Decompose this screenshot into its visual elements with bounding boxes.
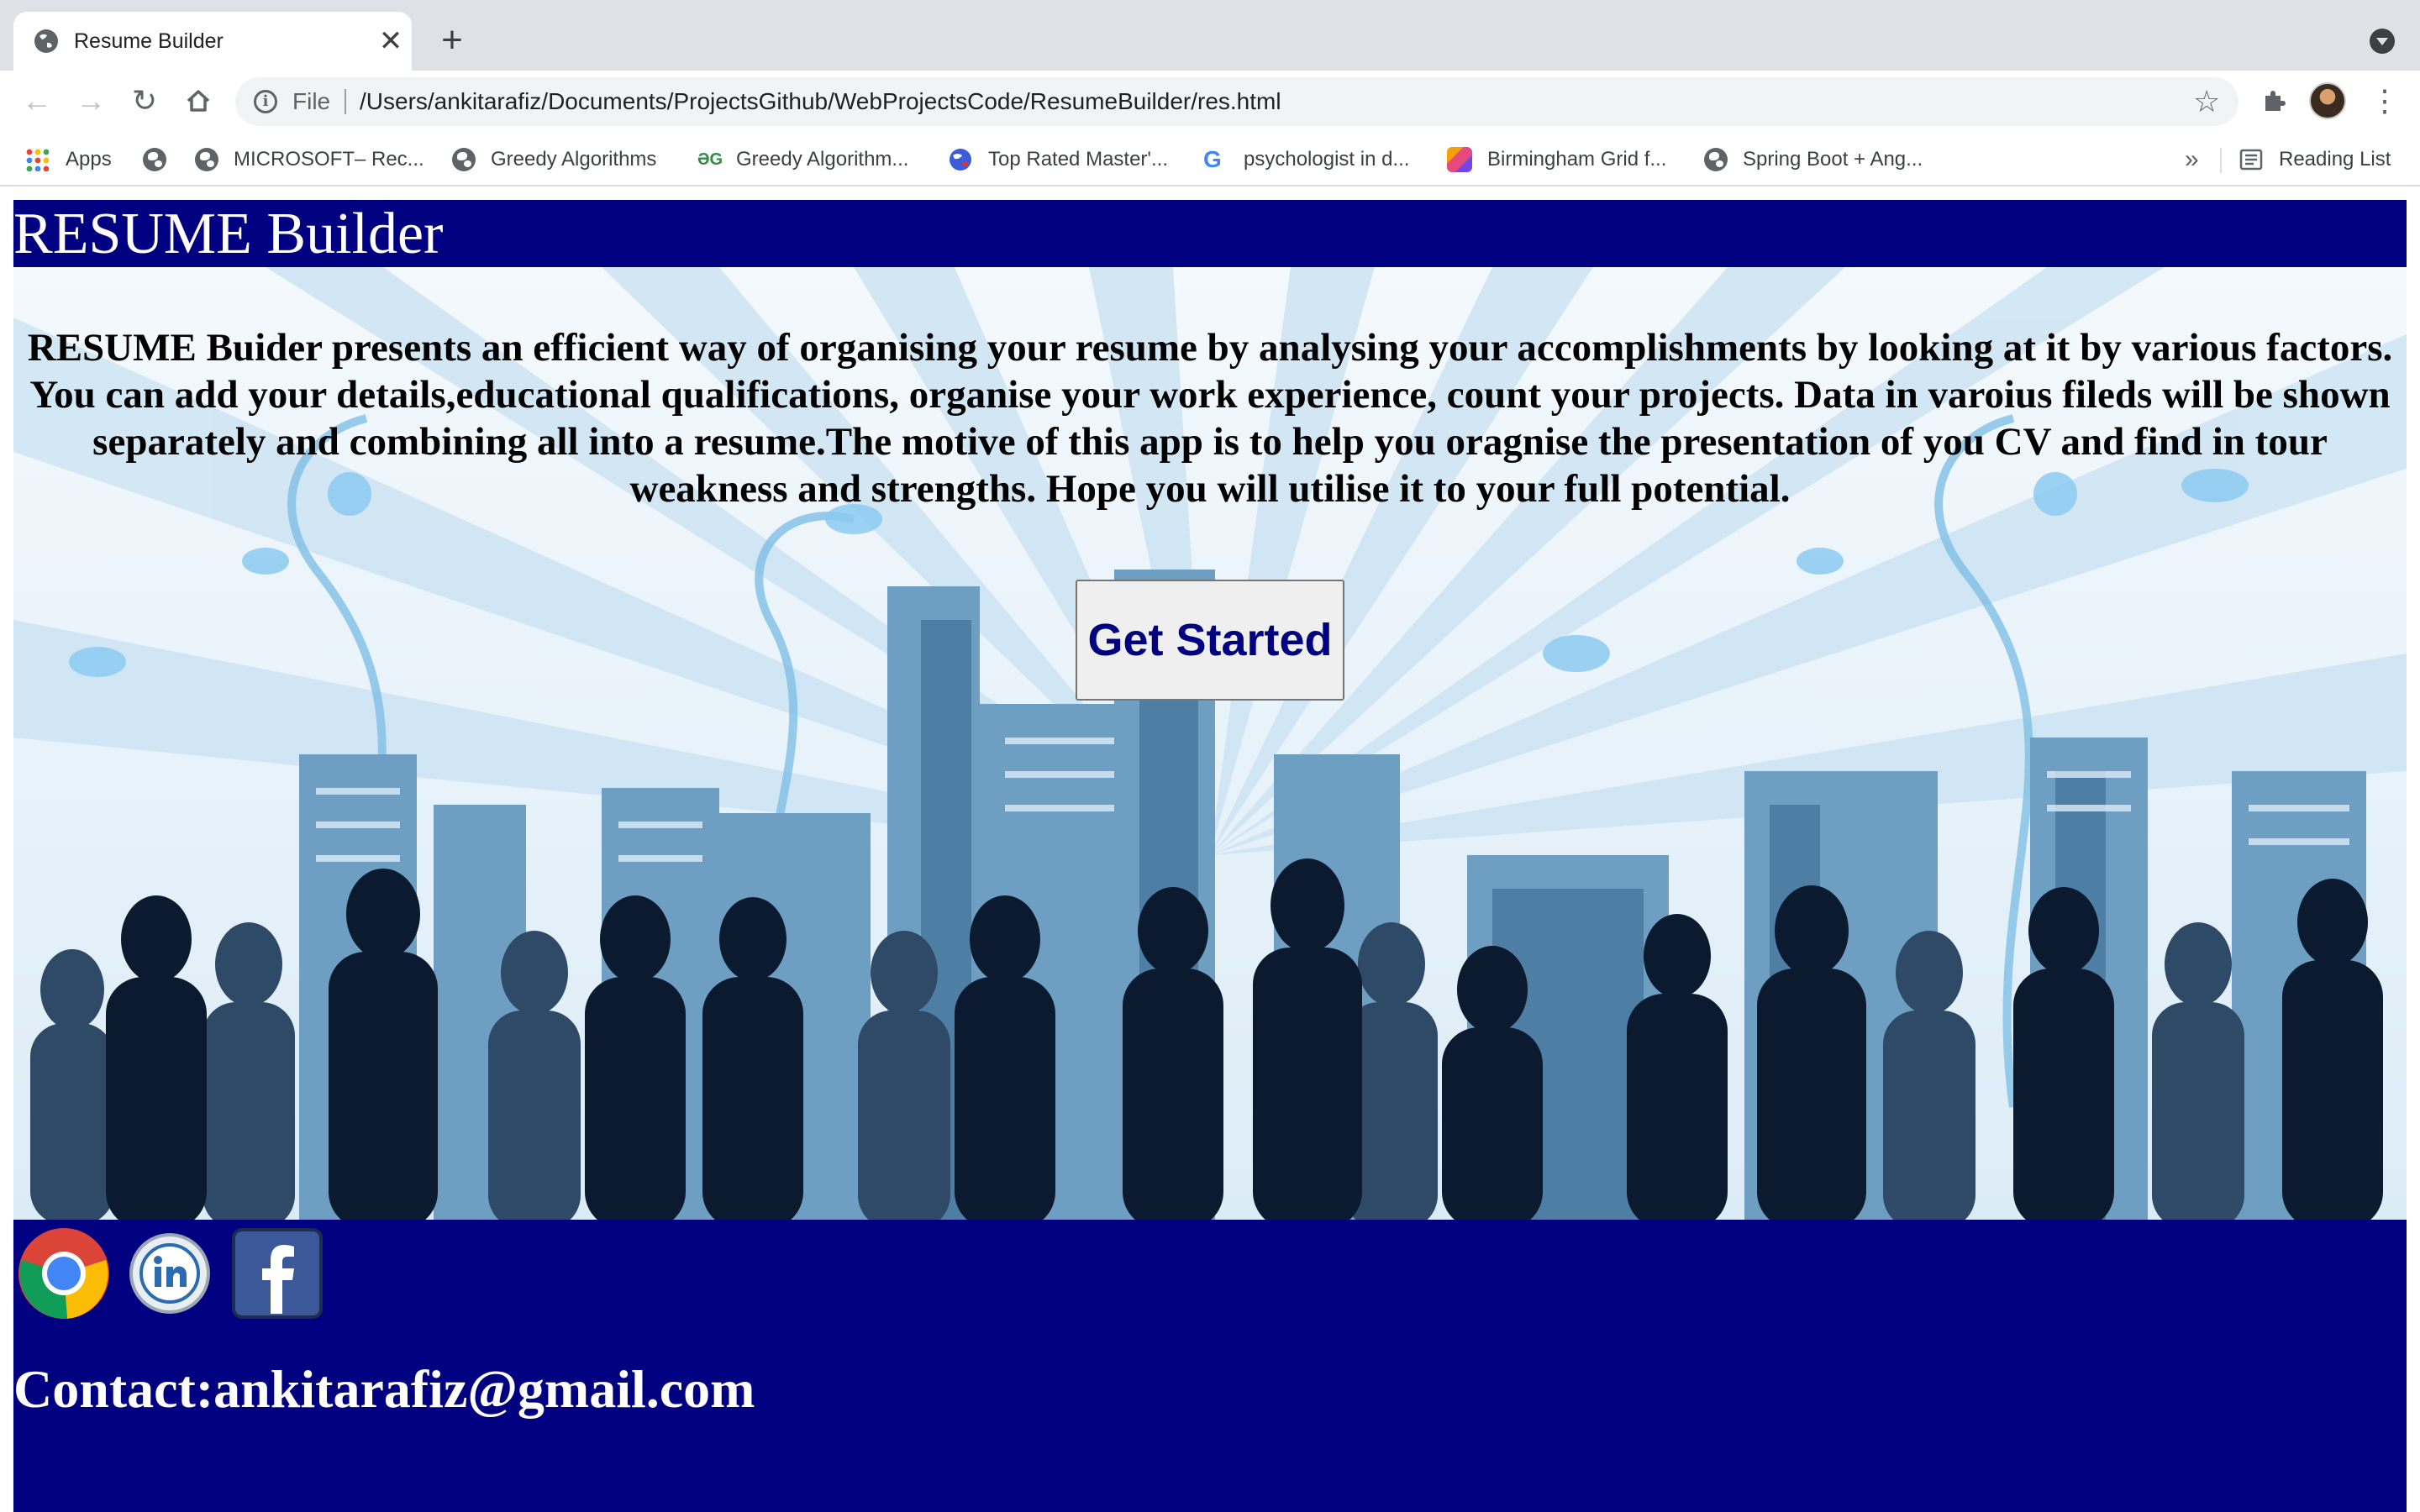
reading-list-icon: [2239, 149, 2263, 171]
bookmark-label: Spring Boot + Ang...: [1743, 148, 1923, 171]
home-icon[interactable]: [180, 82, 217, 119]
bookmarks-overflow-icon[interactable]: »: [2185, 143, 2199, 176]
google-icon: G: [1203, 146, 1222, 172]
extensions-puzzle-icon[interactable]: [2259, 86, 2289, 116]
address-bar[interactable]: i File /Users/ankitarafiz/Documents/Proj…: [235, 77, 2238, 126]
hero-section: RESUME Buider presents an efficient way …: [13, 267, 2407, 1220]
tab-resume-builder[interactable]: Resume Builder ✕: [13, 12, 412, 71]
tab-search-icon[interactable]: [2370, 29, 2395, 54]
contact-line: Contact:ankitarafiz@gmail.com: [13, 1359, 755, 1420]
url-scheme-label: File: [292, 88, 331, 114]
omnibox-divider: [345, 89, 346, 114]
bookmarks-divider: [2220, 148, 2222, 173]
bookmark-microsoft[interactable]: MICROSOFT– Rec...: [195, 143, 424, 176]
intro-paragraph: RESUME Buider presents an efficient way …: [27, 326, 2393, 511]
facebook-icon[interactable]: [230, 1226, 324, 1320]
tab-close-icon[interactable]: ✕: [376, 27, 405, 55]
globe-icon: [34, 29, 58, 53]
linkedin-icon[interactable]: [123, 1226, 217, 1320]
get-started-button[interactable]: Get Started: [1076, 580, 1344, 701]
url-text[interactable]: /Users/ankitarafiz/Documents/ProjectsGit…: [360, 88, 1281, 115]
page-title: RESUME Builder: [13, 202, 444, 266]
reading-list-label: Reading List: [2279, 148, 2391, 171]
apps-grid-icon: [25, 148, 49, 171]
info-icon[interactable]: i: [254, 90, 277, 113]
bookmarks-bar: Apps MICROSOFT– Rec... Greedy Algorithms…: [0, 133, 2420, 186]
bookmark-label: Greedy Algorithms: [491, 148, 657, 171]
globe-icon: [1704, 148, 1728, 171]
bookmark-apps[interactable]: Apps: [25, 143, 112, 176]
bookmark-star-icon[interactable]: ☆: [2193, 86, 2220, 118]
bookmark-label: Birmingham Grid f...: [1487, 148, 1667, 171]
page-viewport: RESUME Builder RESUME Buider presents an…: [0, 188, 2420, 1512]
browser-menu-icon[interactable]: ⋮: [2370, 82, 2400, 119]
browser-toolbar: ← → ↻ i File /Users/ankitarafiz/Document…: [0, 71, 2420, 133]
colorful-square-icon: [1447, 147, 1472, 172]
bookmark-label: psychologist in d...: [1244, 148, 1410, 171]
upwork-globe-icon: [950, 149, 971, 171]
back-icon[interactable]: ←: [18, 82, 55, 119]
bookmark-label: MICROSOFT– Rec...: [234, 148, 424, 171]
geeksforgeeks-icon: ƏG: [697, 150, 723, 169]
bookmark-label: Greedy Algorithm...: [736, 148, 909, 171]
tab-title: Resume Builder: [74, 29, 224, 53]
contact-email-link[interactable]: ankitarafiz@gmail.com: [213, 1359, 755, 1419]
bookmark-globe[interactable]: [143, 143, 182, 176]
globe-icon: [143, 148, 166, 171]
reload-icon[interactable]: ↻: [126, 82, 163, 119]
bookmark-greedy-algorithms[interactable]: Greedy Algorithms: [452, 143, 656, 176]
page-header: RESUME Builder: [13, 200, 2407, 267]
bookmark-birmingham-grid[interactable]: Birmingham Grid f...: [1447, 143, 1666, 176]
bookmark-greedy-algorithm-gfg[interactable]: ƏG Greedy Algorithm...: [697, 143, 908, 176]
bookmark-label: Top Rated Master'...: [988, 148, 1169, 171]
tab-strip: Resume Builder ✕ +: [0, 0, 2420, 71]
forward-icon[interactable]: →: [72, 82, 109, 119]
chrome-icon[interactable]: [17, 1226, 111, 1320]
bookmark-top-rated[interactable]: Top Rated Master'...: [948, 143, 1168, 176]
bookmark-spring-boot[interactable]: Spring Boot + Ang...: [1704, 143, 1923, 176]
page-footer: Contact:ankitarafiz@gmail.com: [13, 1220, 2407, 1512]
globe-icon: [195, 148, 218, 171]
reading-list-button[interactable]: Reading List: [2238, 143, 2391, 176]
globe-icon: [452, 148, 476, 171]
profile-avatar[interactable]: [2309, 82, 2346, 119]
new-tab-button[interactable]: +: [435, 22, 469, 59]
bookmark-label: Apps: [66, 148, 112, 171]
contact-label: Contact:: [13, 1359, 214, 1419]
bookmark-psychologist[interactable]: G psychologist in d...: [1203, 143, 1409, 176]
